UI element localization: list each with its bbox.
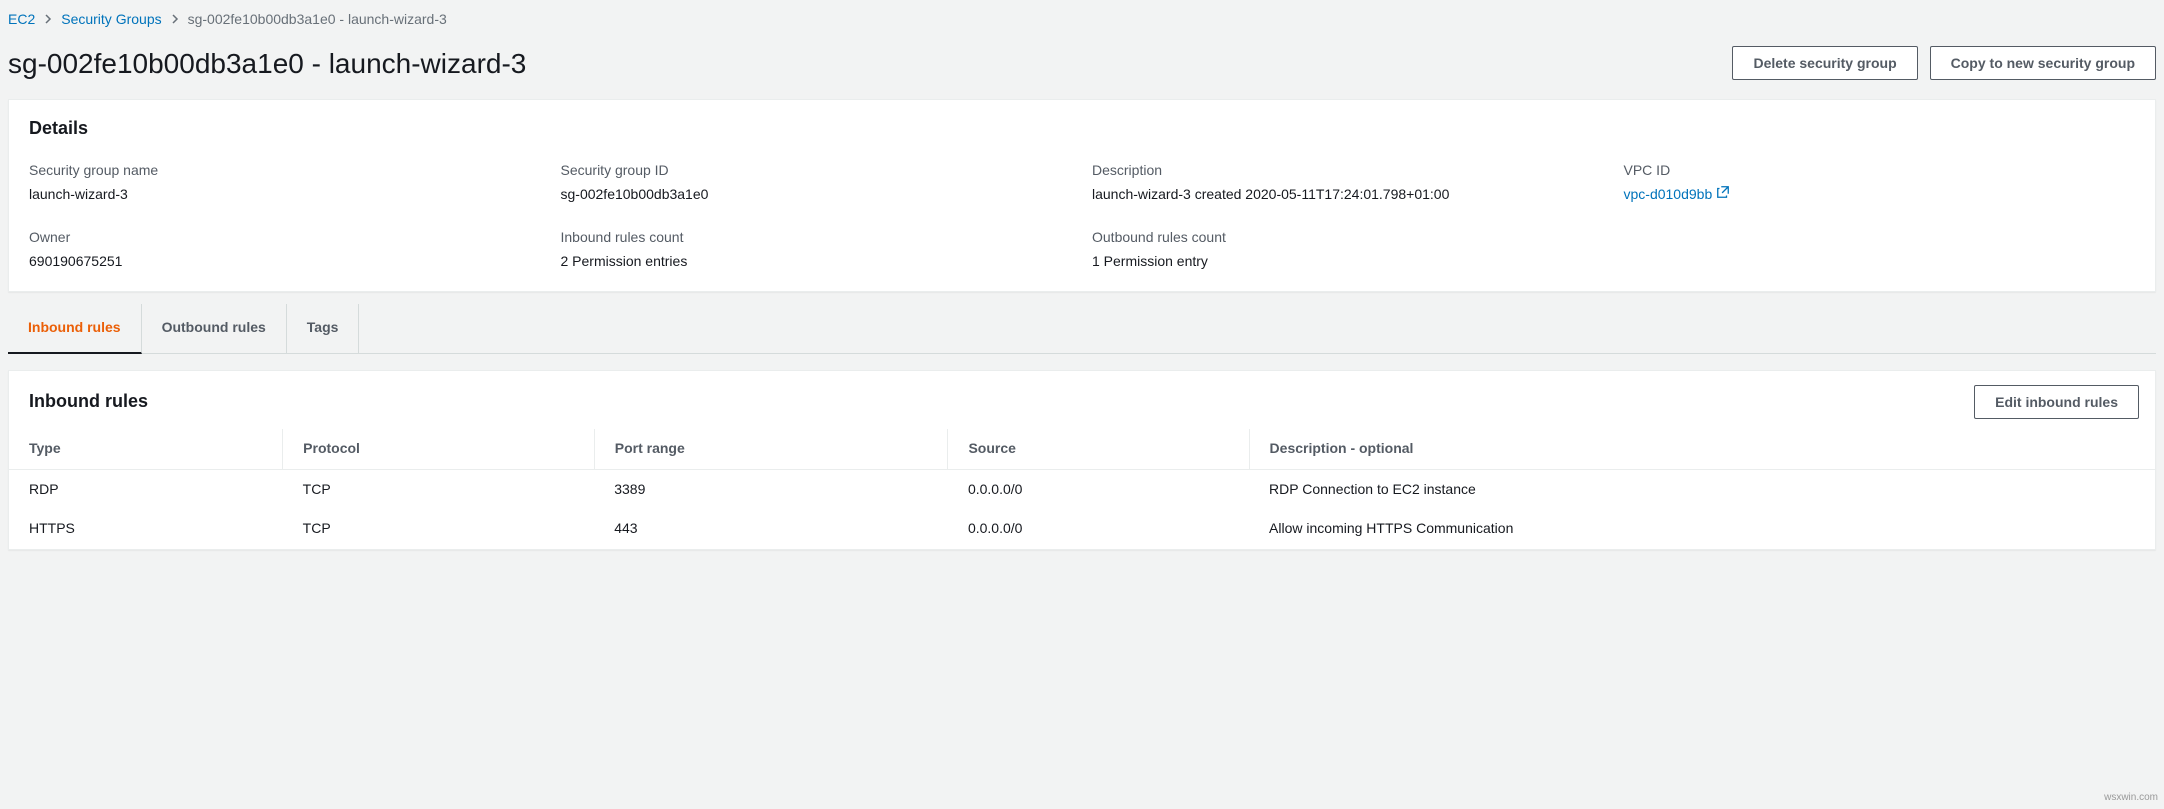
field-sg-name: Security group name launch-wizard-3 <box>29 161 541 204</box>
field-vpc-id: VPC ID vpc-d010d9bb <box>1624 161 2136 204</box>
chevron-right-icon <box>170 10 180 30</box>
field-label: Outbound rules count <box>1092 228 1604 248</box>
table-row[interactable]: HTTPS TCP 443 0.0.0.0/0 Allow incoming H… <box>9 509 2155 549</box>
inbound-rules-panel: Inbound rules Edit inbound rules Type Pr… <box>8 370 2156 550</box>
tabs: Inbound rules Outbound rules Tags <box>8 304 2156 354</box>
edit-inbound-rules-button[interactable]: Edit inbound rules <box>1974 385 2139 419</box>
field-label: Inbound rules count <box>561 228 1073 248</box>
breadcrumb-security-groups[interactable]: Security Groups <box>61 10 161 30</box>
vpc-link-text: vpc-d010d9bb <box>1624 185 1713 205</box>
field-inbound-count: Inbound rules count 2 Permission entries <box>561 228 1073 271</box>
vpc-link[interactable]: vpc-d010d9bb <box>1624 185 1731 205</box>
field-value: 690190675251 <box>29 252 541 272</box>
field-sg-id: Security group ID sg-002fe10b00db3a1e0 <box>561 161 1073 204</box>
field-value: sg-002fe10b00db3a1e0 <box>561 185 1073 205</box>
field-value: 1 Permission entry <box>1092 252 1604 272</box>
field-label: Security group name <box>29 161 541 181</box>
chevron-right-icon <box>43 10 53 30</box>
tab-inbound-rules[interactable]: Inbound rules <box>8 304 142 354</box>
inbound-rules-table: Type Protocol Port range Source Descript… <box>9 429 2155 549</box>
details-panel: Details Security group name launch-wizar… <box>8 99 2156 293</box>
cell-source: 0.0.0.0/0 <box>948 469 1249 509</box>
breadcrumb-current: sg-002fe10b00db3a1e0 - launch-wizard-3 <box>188 10 447 30</box>
details-title: Details <box>9 100 2155 149</box>
field-label: Owner <box>29 228 541 248</box>
col-source[interactable]: Source <box>948 429 1249 469</box>
cell-type: RDP <box>9 469 283 509</box>
field-outbound-count: Outbound rules count 1 Permission entry <box>1092 228 1604 271</box>
inbound-rules-title: Inbound rules <box>29 389 148 414</box>
cell-source: 0.0.0.0/0 <box>948 509 1249 549</box>
tab-outbound-rules[interactable]: Outbound rules <box>142 304 287 353</box>
col-port-range[interactable]: Port range <box>594 429 948 469</box>
tab-tags[interactable]: Tags <box>287 304 360 353</box>
field-value: launch-wizard-3 created 2020-05-11T17:24… <box>1092 185 1604 205</box>
cell-description: Allow incoming HTTPS Communication <box>1249 509 2155 549</box>
col-type[interactable]: Type <box>9 429 283 469</box>
cell-port-range: 3389 <box>594 469 948 509</box>
cell-description: RDP Connection to EC2 instance <box>1249 469 2155 509</box>
breadcrumb-ec2[interactable]: EC2 <box>8 10 35 30</box>
header-actions: Delete security group Copy to new securi… <box>1732 46 2156 80</box>
field-label: Description <box>1092 161 1604 181</box>
field-value: launch-wizard-3 <box>29 185 541 205</box>
cell-protocol: TCP <box>283 509 595 549</box>
field-value: 2 Permission entries <box>561 252 1073 272</box>
watermark: wsxwin.com <box>2104 791 2158 805</box>
cell-type: HTTPS <box>9 509 283 549</box>
page-header: sg-002fe10b00db3a1e0 - launch-wizard-3 D… <box>0 36 2164 99</box>
table-header-row: Type Protocol Port range Source Descript… <box>9 429 2155 469</box>
external-link-icon <box>1716 185 1730 205</box>
delete-security-group-button[interactable]: Delete security group <box>1732 46 1917 80</box>
breadcrumb: EC2 Security Groups sg-002fe10b00db3a1e0… <box>0 0 2164 36</box>
page-title: sg-002fe10b00db3a1e0 - launch-wizard-3 <box>8 44 526 83</box>
field-label: VPC ID <box>1624 161 2136 181</box>
cell-protocol: TCP <box>283 469 595 509</box>
col-protocol[interactable]: Protocol <box>283 429 595 469</box>
field-owner: Owner 690190675251 <box>29 228 541 271</box>
field-label: Security group ID <box>561 161 1073 181</box>
field-description: Description launch-wizard-3 created 2020… <box>1092 161 1604 204</box>
copy-security-group-button[interactable]: Copy to new security group <box>1930 46 2156 80</box>
col-description[interactable]: Description - optional <box>1249 429 2155 469</box>
table-row[interactable]: RDP TCP 3389 0.0.0.0/0 RDP Connection to… <box>9 469 2155 509</box>
cell-port-range: 443 <box>594 509 948 549</box>
